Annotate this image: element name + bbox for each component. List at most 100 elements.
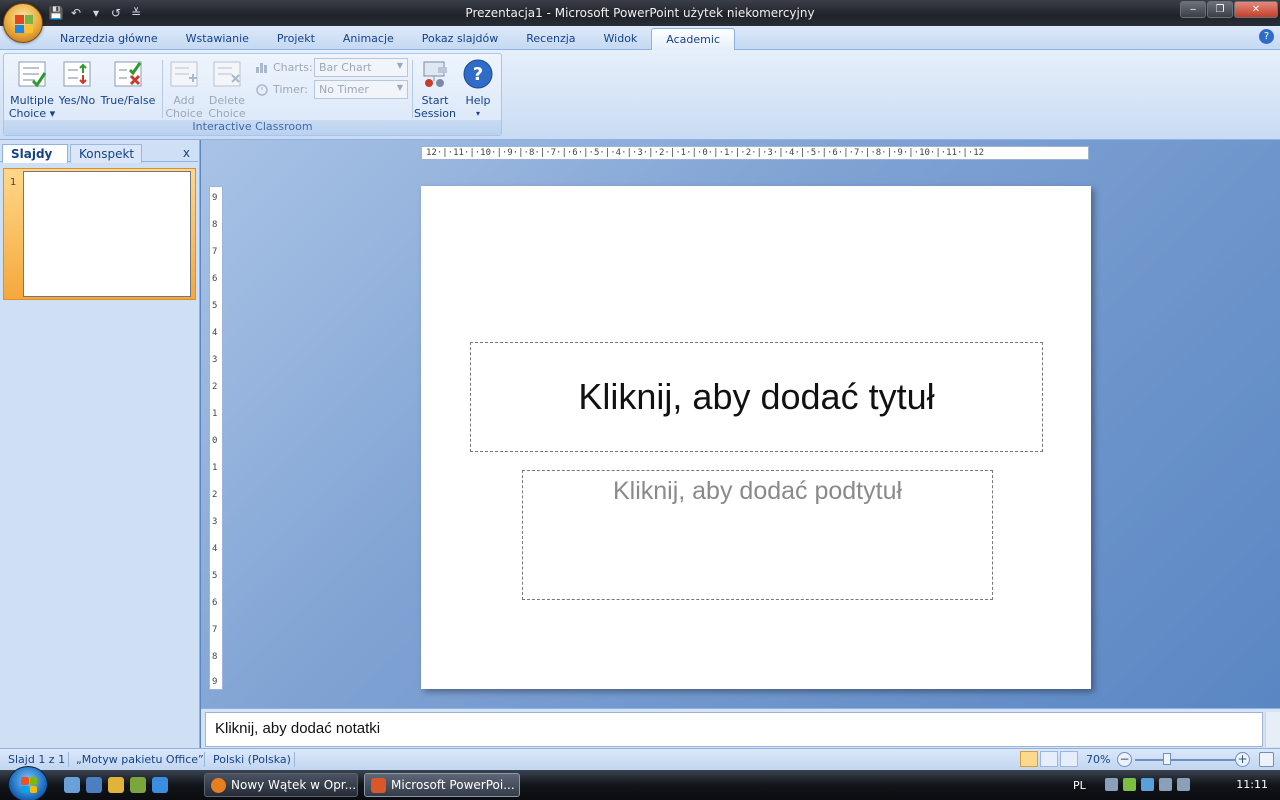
slideshow-view-icon[interactable] (1060, 751, 1078, 767)
undo-icon[interactable]: ↶ (68, 5, 84, 21)
taskbar-item-firefox[interactable]: Nowy Wątek w Opr... (204, 773, 358, 797)
taskbar-item-powerpoint[interactable]: Microsoft PowerPoi... (364, 773, 520, 797)
tab-academic[interactable]: Academic (651, 28, 735, 51)
ribbon-separator (412, 60, 413, 118)
vruler-tick: 2 (212, 490, 218, 500)
show-desktop-icon[interactable] (64, 777, 80, 793)
vruler-tick: 3 (212, 517, 218, 527)
charts-dropdown[interactable]: Bar Chart ▼ (314, 58, 408, 77)
normal-view-icon[interactable] (1020, 751, 1038, 767)
language-indicator[interactable]: Polski (Polska) (213, 753, 291, 766)
multiple-choice-label-2: Choice ▾ (8, 107, 56, 120)
tab-view[interactable]: Widok (590, 28, 652, 50)
vruler-tick: 7 (212, 625, 218, 635)
vruler-tick: 1 (212, 409, 218, 419)
antivirus-icon[interactable] (1123, 778, 1136, 791)
slide-thumbnail (23, 171, 191, 297)
timer-dropdown-value: No Timer (319, 83, 369, 96)
taskbar-item-label: Microsoft PowerPoi... (391, 778, 515, 792)
add-choice-label-2: Choice (165, 107, 203, 120)
timer-row: Timer: (255, 82, 308, 96)
timer-label: Timer: (273, 82, 308, 96)
add-choice-icon (168, 58, 200, 90)
tab-slides[interactable]: Slajdy (2, 144, 68, 163)
tab-outline[interactable]: Konspekt (70, 144, 142, 163)
help-icon[interactable]: ? (1259, 29, 1274, 44)
vruler-tick: 4 (212, 328, 218, 338)
zoom-in-button[interactable]: + (1235, 752, 1250, 767)
volume-icon[interactable] (1177, 778, 1190, 791)
redo-icon[interactable]: ↺ (108, 5, 124, 21)
zoom-level[interactable]: 70% (1086, 753, 1110, 766)
customize-qat-icon[interactable]: ≚ (128, 5, 144, 21)
zoom-slider-handle[interactable] (1163, 753, 1171, 765)
ribbon-tabs: Narzędzia główne Wstawianie Projekt Anim… (46, 28, 735, 51)
chart-icon (256, 63, 267, 73)
close-pane-icon[interactable]: x (183, 146, 190, 160)
safely-remove-icon[interactable] (1159, 778, 1172, 791)
zoom-out-button[interactable]: − (1117, 752, 1132, 767)
vruler-tick: 7 (212, 247, 218, 257)
close-button[interactable]: ✕ (1234, 1, 1278, 18)
slide-thumbnail-selected[interactable]: 1 (3, 168, 196, 300)
media-player-icon[interactable] (108, 777, 124, 793)
save-icon[interactable]: 💾 (48, 5, 64, 21)
minimize-button[interactable]: ‒ (1180, 1, 1206, 18)
tab-home[interactable]: Narzędzia główne (46, 28, 172, 50)
vruler-tick: 8 (212, 220, 218, 230)
start-session-button[interactable]: Start Session (414, 58, 456, 120)
multiple-choice-icon (16, 58, 48, 90)
start-session-icon (419, 58, 451, 90)
office-logo-icon (15, 15, 33, 33)
tab-slideshow[interactable]: Pokaz slajdów (408, 28, 512, 50)
language-bar[interactable]: PL (1073, 779, 1086, 792)
theme-name[interactable]: „Motyw pakietu Office” (76, 753, 204, 766)
vertical-ruler: 9 8 7 6 5 4 3 2 1 0 1 2 3 4 5 6 7 8 9 (209, 186, 223, 690)
notes-input[interactable]: Kliknij, aby dodać notatki (205, 712, 1263, 747)
tab-animations[interactable]: Animacje (329, 28, 408, 50)
switch-windows-icon[interactable] (86, 777, 102, 793)
delete-choice-button[interactable]: Delete Choice (207, 58, 247, 120)
zoom-slider[interactable] (1135, 759, 1235, 761)
vruler-tick: 4 (212, 544, 218, 554)
status-separator (294, 752, 295, 767)
help-label: Help (465, 94, 491, 107)
app-icon[interactable] (130, 777, 146, 793)
vruler-tick: 2 (212, 382, 218, 392)
fit-to-window-icon[interactable] (1259, 752, 1274, 767)
tab-design[interactable]: Projekt (263, 28, 329, 50)
network-icon[interactable] (1141, 778, 1154, 791)
yes-no-icon (61, 58, 93, 90)
chevron-down-icon: ▼ (396, 83, 403, 92)
window-title: Prezentacja1 - Microsoft PowerPoint użyt… (465, 6, 815, 20)
svg-text:?: ? (473, 64, 483, 85)
multiple-choice-button[interactable]: Multiple Choice ▾ (8, 58, 56, 120)
help-dropdown-arrow: ▾ (475, 109, 480, 118)
help-button[interactable]: ? Help ▾ (460, 58, 496, 120)
vruler-tick: 5 (212, 571, 218, 581)
vruler-tick: 0 (212, 436, 218, 446)
clock[interactable]: 11:11 (1236, 778, 1268, 791)
add-choice-button[interactable]: Add Choice (165, 58, 203, 120)
tab-insert[interactable]: Wstawianie (172, 28, 263, 50)
office-button[interactable] (3, 3, 43, 43)
tab-review[interactable]: Recenzja (512, 28, 589, 50)
slide-sorter-view-icon[interactable] (1040, 751, 1058, 767)
interactive-classroom-group: Multiple Choice ▾ Yes/No True/False Add … (3, 53, 502, 136)
vruler-tick: 1 (212, 463, 218, 473)
undo-dropdown-icon[interactable]: ▾ (88, 5, 104, 21)
start-button[interactable] (8, 766, 48, 800)
true-false-button[interactable]: True/False (99, 58, 157, 107)
maximize-button[interactable]: ❐ (1207, 1, 1233, 18)
system-tray: PL 11:11 (1065, 770, 1280, 800)
slide-canvas[interactable]: Kliknij, aby dodać tytuł Kliknij, aby do… (421, 186, 1091, 689)
vruler-tick: 3 (212, 355, 218, 365)
subtitle-placeholder[interactable]: Kliknij, aby dodać podtytuł (522, 470, 993, 600)
internet-explorer-icon[interactable] (152, 777, 168, 793)
title-placeholder[interactable]: Kliknij, aby dodać tytuł (470, 342, 1043, 452)
yes-no-button[interactable]: Yes/No (57, 58, 97, 107)
vruler-tick: 9 (212, 193, 218, 203)
keyboard-icon[interactable] (1105, 778, 1118, 791)
notes-scrollbar[interactable] (1265, 712, 1280, 747)
timer-dropdown[interactable]: No Timer ▼ (314, 80, 408, 99)
